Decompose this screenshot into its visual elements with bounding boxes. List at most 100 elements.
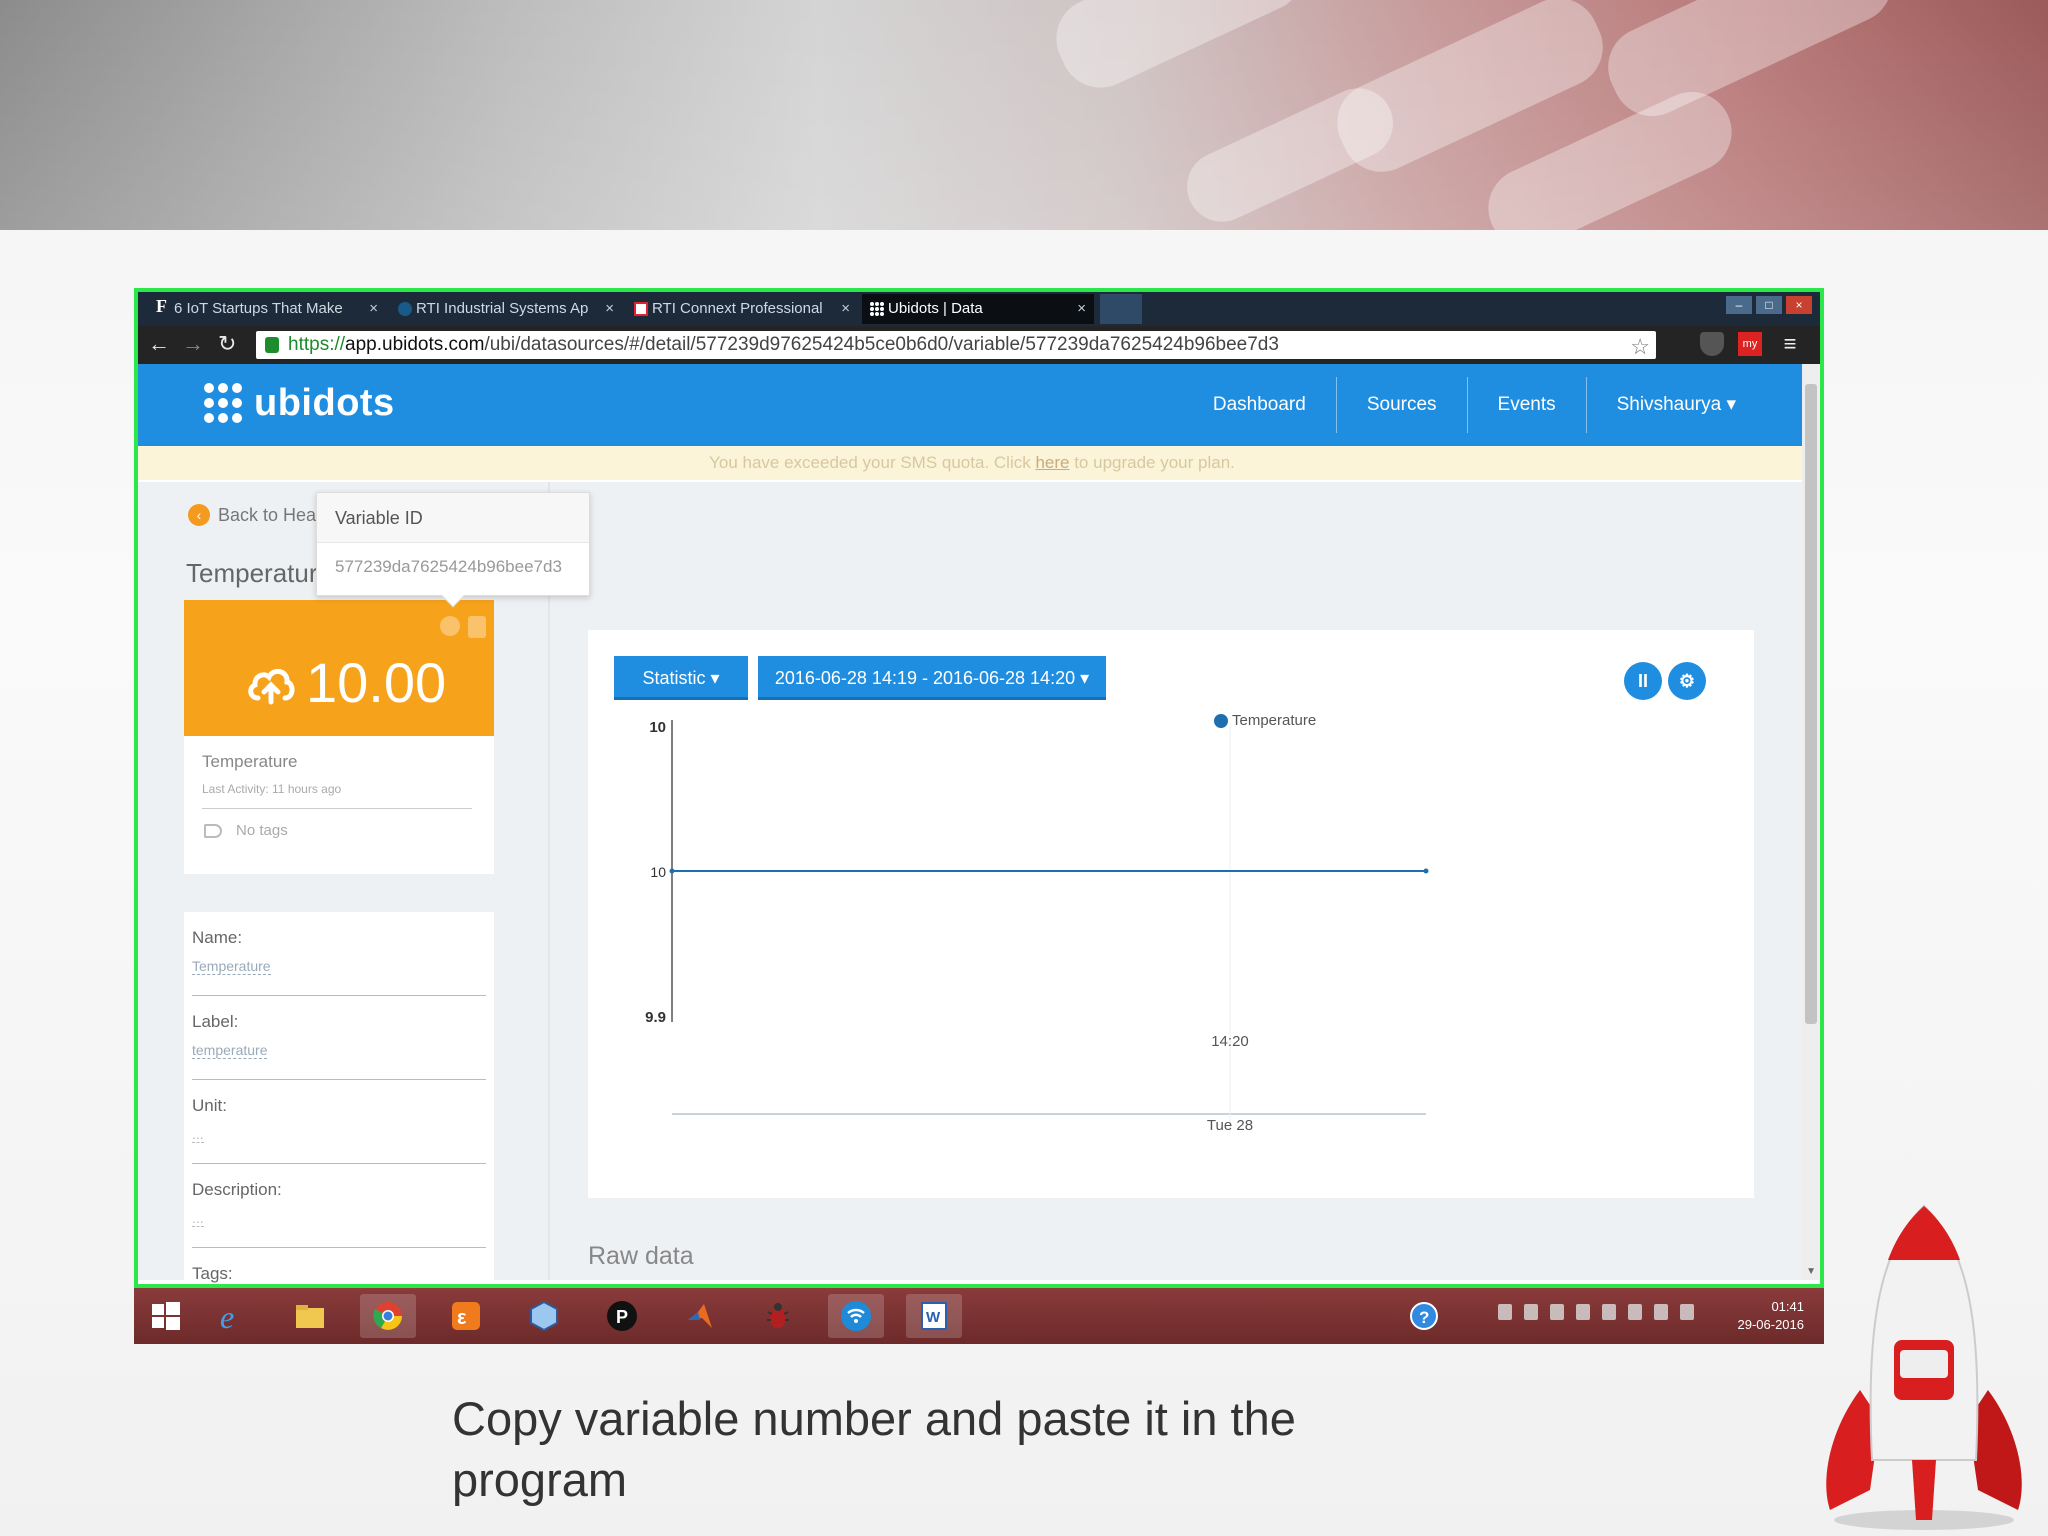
tags-row[interactable]: No tags <box>204 822 288 839</box>
bookmark-star-icon[interactable]: ☆ <box>1630 333 1650 361</box>
rti-icon <box>398 302 412 316</box>
new-tab-button[interactable] <box>1100 294 1142 324</box>
variable-properties: Name: Temperature Label: temperature Uni… <box>184 912 494 1284</box>
tray-icon[interactable] <box>1602 1304 1616 1320</box>
ubidots-logo-icon <box>204 382 246 425</box>
close-window-icon[interactable]: × <box>1786 296 1812 314</box>
property-tags: Tags: <box>192 1264 233 1283</box>
browser-tab-bar: F 6 IoT Startups That Make × RTI Industr… <box>138 292 1820 326</box>
lock-icon <box>265 337 279 353</box>
xampp-icon[interactable]: ε <box>438 1294 494 1338</box>
info-icon[interactable] <box>440 616 460 636</box>
svg-text:W: W <box>926 1309 941 1326</box>
url-input[interactable]: https://app.ubidots.com/ubi/datasources/… <box>256 331 1656 359</box>
shield-extension-icon[interactable] <box>1700 332 1724 356</box>
nav-sources[interactable]: Sources <box>1335 377 1467 433</box>
tray-icon[interactable] <box>1550 1304 1564 1320</box>
upgrade-link[interactable]: here <box>1035 453 1069 472</box>
gmail-icon <box>634 302 648 316</box>
tray-icon[interactable] <box>1498 1304 1512 1320</box>
virtualbox-icon[interactable] <box>516 1294 572 1338</box>
word-icon[interactable]: W <box>906 1294 962 1338</box>
browser-tab[interactable]: F 6 IoT Startups That Make × <box>148 294 386 324</box>
close-icon[interactable]: × <box>841 300 850 317</box>
panel-divider <box>548 482 550 1280</box>
temperature-chart: 10 10 9.9 14:20 Tue 28 <box>645 719 1429 1134</box>
address-bar-row: ← → ↻ https://app.ubidots.com/ubi/dataso… <box>138 326 1820 364</box>
maximize-icon[interactable]: □ <box>1756 296 1782 314</box>
variable-id-value[interactable]: 577239da7625424b96bee7d3 <box>317 543 589 577</box>
help-icon[interactable]: ? <box>1404 1294 1444 1338</box>
chrome-icon[interactable] <box>360 1294 416 1338</box>
back-arrow-icon[interactable]: ← <box>148 332 170 356</box>
name-field[interactable]: Temperature <box>192 958 271 975</box>
battery-icon[interactable] <box>1628 1304 1642 1320</box>
file-explorer-icon[interactable] <box>282 1294 338 1338</box>
window-controls: – □ × <box>1726 296 1812 314</box>
svg-text:e: e <box>220 1300 234 1332</box>
slide-caption: Copy variable number and paste it in the… <box>452 1392 1296 1506</box>
my-extension-icon[interactable]: my <box>1738 332 1762 356</box>
windows-taskbar: e ε P W ? 01:41 29-06-2016 <box>134 1288 1824 1344</box>
svg-text:ε: ε <box>457 1307 467 1329</box>
sms-quota-warning: You have exceeded your SMS quota. Click … <box>138 446 1806 480</box>
raw-data-heading: Raw data <box>588 1242 694 1270</box>
close-icon[interactable]: × <box>369 300 378 317</box>
page-scrollbar[interactable] <box>1802 364 1820 1280</box>
tray-icon[interactable] <box>1524 1304 1538 1320</box>
top-nav: Dashboard Sources Events Shivshaurya ▾ <box>1183 364 1766 446</box>
volume-icon[interactable] <box>1680 1304 1694 1320</box>
pycharm-icon[interactable]: P <box>594 1294 650 1338</box>
bug-icon[interactable] <box>750 1294 806 1338</box>
variable-id-tooltip: Variable ID 577239da7625424b96bee7d3 <box>316 492 590 608</box>
unit-field[interactable]: ... <box>192 1126 204 1143</box>
internet-explorer-icon[interactable]: e <box>204 1294 260 1338</box>
variable-info-card: Temperature Last Activity: 11 hours ago … <box>184 736 494 874</box>
matlab-icon[interactable] <box>672 1294 728 1338</box>
forbes-f-icon: F <box>156 296 167 316</box>
svg-text:?: ? <box>1419 1308 1429 1327</box>
property-unit: Unit: ... <box>192 1080 486 1164</box>
label-field[interactable]: temperature <box>192 1042 268 1059</box>
back-link[interactable]: ‹ Back to Healt <box>188 504 325 526</box>
tooltip-title: Variable ID <box>317 493 589 543</box>
nav-user-menu[interactable]: Shivshaurya ▾ <box>1585 377 1766 433</box>
variable-name: Temperature <box>202 752 298 771</box>
x-secondary-label: Tue 28 <box>1207 1117 1253 1134</box>
chevron-left-icon: ‹ <box>188 504 210 526</box>
data-point <box>669 868 675 874</box>
wifi-app-icon[interactable] <box>828 1294 884 1338</box>
reload-icon[interactable]: ↻ <box>218 332 236 356</box>
variable-value-card: 10.00 <box>184 600 494 736</box>
windows-start-icon[interactable] <box>138 1294 194 1338</box>
slide-banner <box>0 0 2048 230</box>
ubidots-logo[interactable]: ubidots <box>204 382 395 425</box>
trash-icon[interactable] <box>468 616 486 638</box>
property-description: Description: ... <box>192 1164 486 1248</box>
system-clock[interactable]: 01:41 29-06-2016 <box>1738 1298 1805 1334</box>
browser-tab[interactable]: RTI Connext Professional × <box>626 294 858 324</box>
nav-dashboard[interactable]: Dashboard <box>1183 377 1336 433</box>
description-field[interactable]: ... <box>192 1210 204 1227</box>
browser-tab-active[interactable]: Ubidots | Data × <box>862 294 1094 324</box>
tag-icon <box>204 823 222 838</box>
nav-events[interactable]: Events <box>1466 377 1586 433</box>
rocket-illustration <box>1826 1204 2022 1530</box>
y-tick-label: 10 <box>650 864 666 880</box>
forward-arrow-icon[interactable]: → <box>182 332 204 356</box>
x-tick-label: 14:20 <box>1211 1033 1249 1050</box>
property-label: Label: temperature <box>192 996 486 1080</box>
close-icon[interactable]: × <box>1077 300 1086 317</box>
y-tick-label: 9.9 <box>645 1009 666 1026</box>
tray-icon[interactable] <box>1576 1304 1590 1320</box>
close-icon[interactable]: × <box>605 300 614 317</box>
menu-icon[interactable]: ≡ <box>1778 332 1802 356</box>
minimize-icon[interactable]: – <box>1726 296 1752 314</box>
cloud-upload-icon <box>248 668 295 705</box>
network-icon[interactable] <box>1654 1304 1668 1320</box>
browser-screenshot: F 6 IoT Startups That Make × RTI Industr… <box>134 288 1824 1288</box>
last-activity: Last Activity: 11 hours ago <box>202 782 342 796</box>
browser-tab[interactable]: RTI Industrial Systems Ap × <box>390 294 622 324</box>
variable-title: Temperatur <box>186 558 318 588</box>
app-header: ubidots Dashboard Sources Events Shivsha… <box>138 364 1806 446</box>
